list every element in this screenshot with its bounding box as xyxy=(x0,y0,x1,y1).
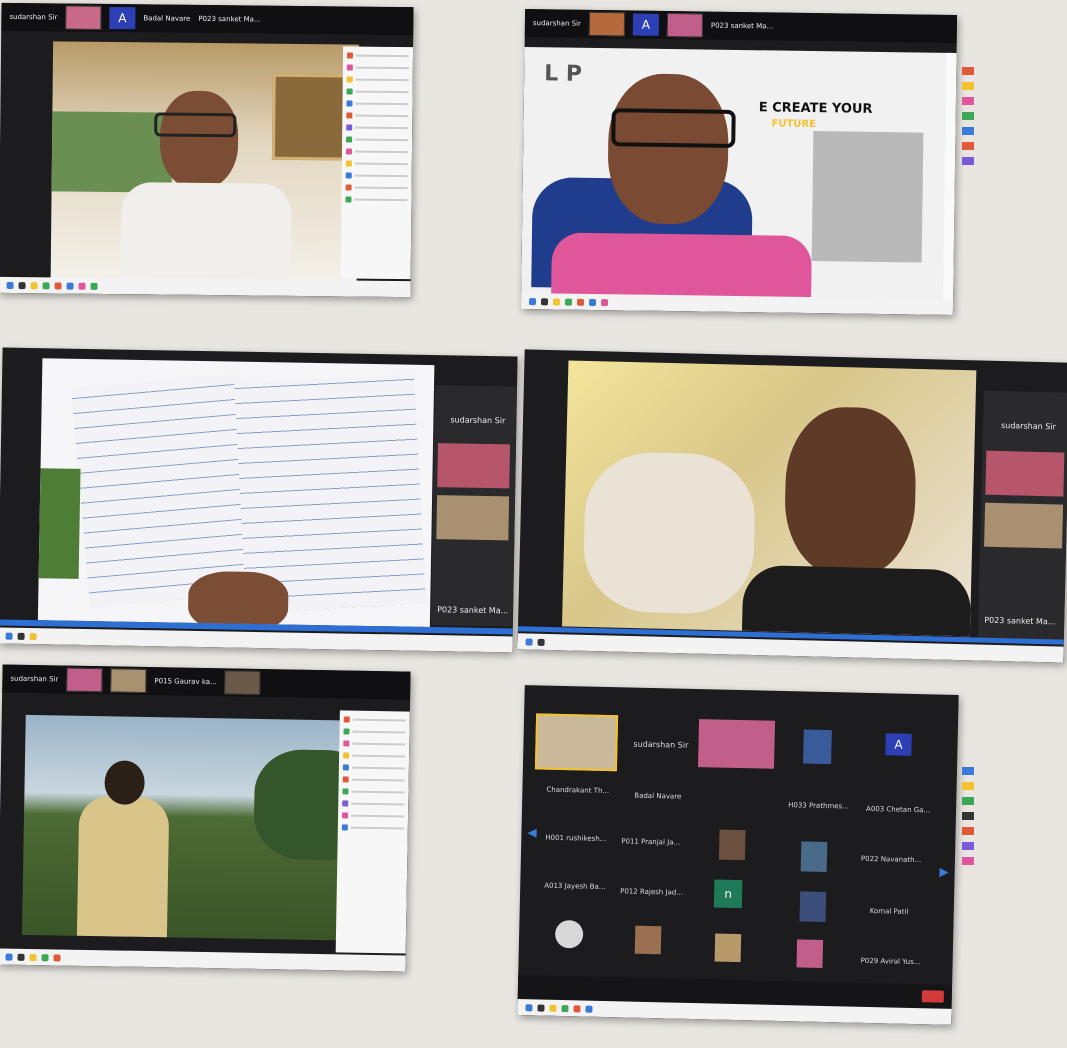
participant-video[interactable] xyxy=(984,502,1064,549)
participant-name: sudarshan Sir xyxy=(1000,421,1056,432)
glasses xyxy=(154,112,237,138)
participant-name: sudarshan Sir xyxy=(9,12,58,22)
participant-strip: sudarshan Sir A P023 sanket Ma... xyxy=(524,8,958,44)
participant-name: sudarshan Sir xyxy=(450,415,506,426)
banner-heading: E CREATE YOUR xyxy=(758,100,873,117)
participant-thumbnail[interactable] xyxy=(65,5,102,30)
participant-name: P011 Pranjal Ja... xyxy=(621,837,681,847)
participant-video[interactable] xyxy=(436,495,510,541)
participant-video[interactable] xyxy=(437,443,511,489)
participant-photo[interactable] xyxy=(799,891,827,923)
next-page-icon[interactable]: ▶ xyxy=(939,865,949,879)
building-image xyxy=(811,131,924,263)
pink-shirt xyxy=(551,232,812,302)
main-video xyxy=(50,41,360,285)
participant-name: P023 sanket Ma... xyxy=(984,615,1056,627)
participant-thumbnail[interactable] xyxy=(588,11,626,37)
wall-frame xyxy=(271,73,349,161)
screenshot-gallery-view: sudarshan Sir A Chandrakant Th... Badal … xyxy=(517,685,959,1025)
shared-document-video xyxy=(37,358,435,628)
screenshot-video-call-2: sudarshan Sir A P023 sanket Ma... L P E … xyxy=(520,8,958,316)
logo-text: L P xyxy=(544,61,583,87)
glasses xyxy=(611,108,736,148)
main-video xyxy=(561,360,977,637)
avatar[interactable]: A xyxy=(109,6,136,30)
participant-name: P023 sanket Ma... xyxy=(710,21,774,31)
end-meeting-button[interactable] xyxy=(921,990,944,1003)
participant-photo[interactable] xyxy=(800,841,828,873)
screenshot-video-call-5: sudarshan Sir P015 Gaurav ka... xyxy=(0,664,411,972)
person-head xyxy=(187,570,289,628)
chat-panel xyxy=(335,710,410,954)
participant-thumbnail[interactable] xyxy=(66,667,103,693)
participant-name: P012 Rajesh Jad... xyxy=(620,887,684,897)
chat-panel xyxy=(340,46,414,280)
white-shirt xyxy=(120,182,292,284)
banner-subheading: FUTURE xyxy=(771,118,817,131)
side-icons xyxy=(962,60,974,172)
participant-name: sudarshan Sir xyxy=(10,674,59,684)
participant-name: P015 Gaurav ka... xyxy=(154,677,217,687)
person-face xyxy=(159,90,239,190)
participant-sidebar: sudarshan Sir P023 sanket Ma... xyxy=(430,385,518,627)
avatar[interactable]: n xyxy=(713,879,743,909)
participant-name: Komal Patil xyxy=(869,907,909,916)
participant-name: P023 sanket Ma... xyxy=(198,14,261,24)
participant-name: sudarshan Sir xyxy=(532,19,581,28)
participant-name: P023 sanket Ma... xyxy=(437,605,509,616)
side-strip xyxy=(943,52,957,304)
participant-thumbnail[interactable] xyxy=(110,668,147,693)
background-poster xyxy=(582,450,757,616)
main-video: L P E CREATE YOUR FUTURE xyxy=(521,46,957,304)
participant-photo[interactable] xyxy=(718,829,746,861)
participant-photo[interactable] xyxy=(796,939,824,968)
participant-video[interactable] xyxy=(985,450,1065,497)
participant-thumbnail[interactable] xyxy=(666,12,704,38)
participant-photo[interactable] xyxy=(634,925,662,955)
participant-photo[interactable] xyxy=(714,933,742,963)
taskbar xyxy=(0,276,411,298)
screenshot-video-call-4: sudarshan Sir P023 sanket Ma... xyxy=(517,349,1067,663)
previous-page-icon[interactable]: ◀ xyxy=(527,825,537,839)
person-face xyxy=(783,405,918,579)
participant-name: A013 Jayesh Ba... xyxy=(544,881,606,892)
participant-video[interactable] xyxy=(697,719,776,769)
participant-name: H001 rushikesh... xyxy=(545,833,607,844)
participant-strip: sudarshan Sir P015 Gaurav ka... xyxy=(2,664,411,700)
avatar[interactable]: A xyxy=(885,733,912,756)
participant-sidebar: sudarshan Sir P023 sanket Ma... xyxy=(977,390,1067,643)
side-icons xyxy=(962,760,974,872)
avatar-placeholder[interactable] xyxy=(554,919,584,949)
participant-name: Badal Navare xyxy=(143,14,191,23)
participant-thumbnail[interactable] xyxy=(224,670,261,695)
dark-shirt xyxy=(741,564,972,637)
person-face xyxy=(607,73,730,225)
participant-name: P022 Navanath... xyxy=(860,854,922,865)
participant-name: Chandrakant Th... xyxy=(546,785,610,796)
participant-name: A003 Chetan Ga... xyxy=(865,804,931,815)
participant-name: sudarshan Sir xyxy=(633,739,689,750)
avatar[interactable]: A xyxy=(632,13,660,36)
background-plants xyxy=(38,468,81,579)
participant-name: P029 Aviral Yus... xyxy=(860,956,921,967)
participant-name: Badal Navare xyxy=(634,791,682,801)
screenshot-video-call-3: sudarshan Sir P023 sanket Ma... xyxy=(0,347,518,653)
participant-strip: sudarshan Sir A Badal Navare P023 sanket… xyxy=(1,2,414,36)
outdoor-video xyxy=(21,714,376,941)
person-back xyxy=(76,795,170,938)
active-speaker-tile[interactable] xyxy=(534,713,619,772)
screenshot-video-call-1: sudarshan Sir A Badal Navare P023 sanket… xyxy=(0,2,414,298)
participant-photo[interactable] xyxy=(803,729,832,765)
participant-name: H033 Prathmes... xyxy=(788,801,849,811)
